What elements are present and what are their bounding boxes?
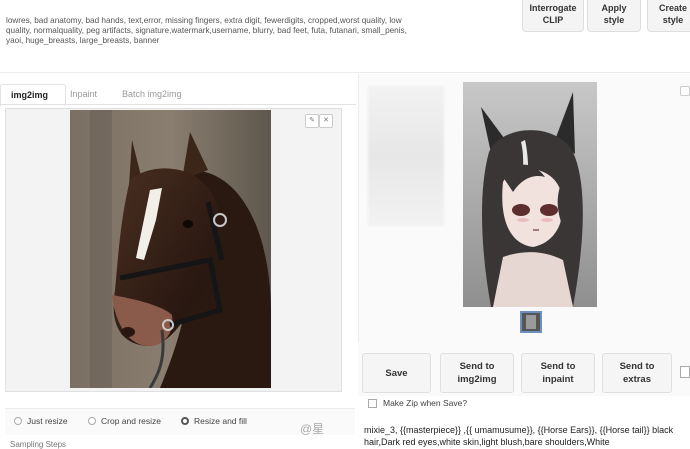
interrogate-label-line1: Interrogate (529, 3, 577, 13)
section-divider (0, 72, 690, 73)
make-zip-label: Make Zip when Save? (383, 398, 468, 408)
send-extras-line2: extras (623, 374, 651, 385)
send-img2img-line2: img2img (457, 374, 497, 385)
folder-icon[interactable] (680, 366, 690, 378)
radio-circle (88, 417, 96, 425)
interrogate-label-line2: CLIP (542, 15, 564, 25)
radio-label: Just resize (27, 416, 68, 426)
edit-icon[interactable]: ✎ (305, 114, 319, 128)
send-img2img-line1: Send to (459, 361, 495, 372)
interrogate-clip-button[interactable]: Interrogate CLIP (522, 0, 584, 32)
tab-underline (0, 104, 356, 105)
gallery-thumbnail[interactable] (520, 311, 542, 333)
radio-circle-selected (181, 417, 189, 425)
send-to-inpaint-button[interactable]: Send to inpaint (521, 353, 595, 393)
tab-inpaint[interactable]: Inpaint (70, 89, 97, 99)
create-label-line2: style (662, 15, 684, 25)
radio-crop-and-resize[interactable]: Crop and resize (88, 416, 161, 426)
tab-batch-img2img[interactable]: Batch img2img (122, 89, 182, 99)
save-button[interactable]: Save (362, 353, 431, 393)
create-style-button[interactable]: Create style (647, 0, 690, 32)
thumbnail-figure (526, 315, 536, 329)
send-inpaint-line1: Send to (540, 361, 576, 372)
radio-label: Crop and resize (101, 416, 162, 426)
send-to-extras-button[interactable]: Send to extras (602, 353, 672, 393)
send-extras-line1: Send to (619, 361, 655, 372)
tab-img2img-label: img2img (11, 90, 49, 100)
apply-style-button[interactable]: Apply style (587, 0, 641, 32)
negative-prompt-text[interactable]: lowres, bad anatomy, bad hands, text,err… (6, 16, 424, 47)
blurred-thumbnail (368, 86, 444, 226)
save-label: Save (385, 367, 408, 379)
horse-photo (70, 110, 271, 388)
close-icon[interactable]: ✕ (319, 114, 333, 128)
watermark: @星 (300, 422, 325, 436)
radio-label: Resize and fill (194, 416, 247, 426)
apply-label-line2: style (603, 15, 625, 25)
make-zip-checkbox[interactable] (368, 398, 377, 408)
apply-label-line1: Apply (601, 3, 627, 13)
radio-resize-and-fill[interactable]: Resize and fill (181, 416, 247, 426)
make-zip-option[interactable]: Make Zip when Save? (368, 398, 467, 408)
generation-info-text[interactable]: mixie_3, {{masterpiece}} ,{{ umamusume}}… (364, 424, 690, 448)
gallery-close-icon[interactable] (680, 86, 690, 96)
create-label-line1: Create (658, 3, 687, 13)
radio-just-resize[interactable]: Just resize (14, 416, 68, 426)
send-to-img2img-button[interactable]: Send to img2img (440, 353, 514, 393)
generated-image[interactable] (463, 82, 597, 307)
send-inpaint-line2: inpaint (542, 374, 574, 385)
tab-img2img[interactable]: img2img (0, 84, 66, 106)
radio-circle (14, 417, 22, 425)
